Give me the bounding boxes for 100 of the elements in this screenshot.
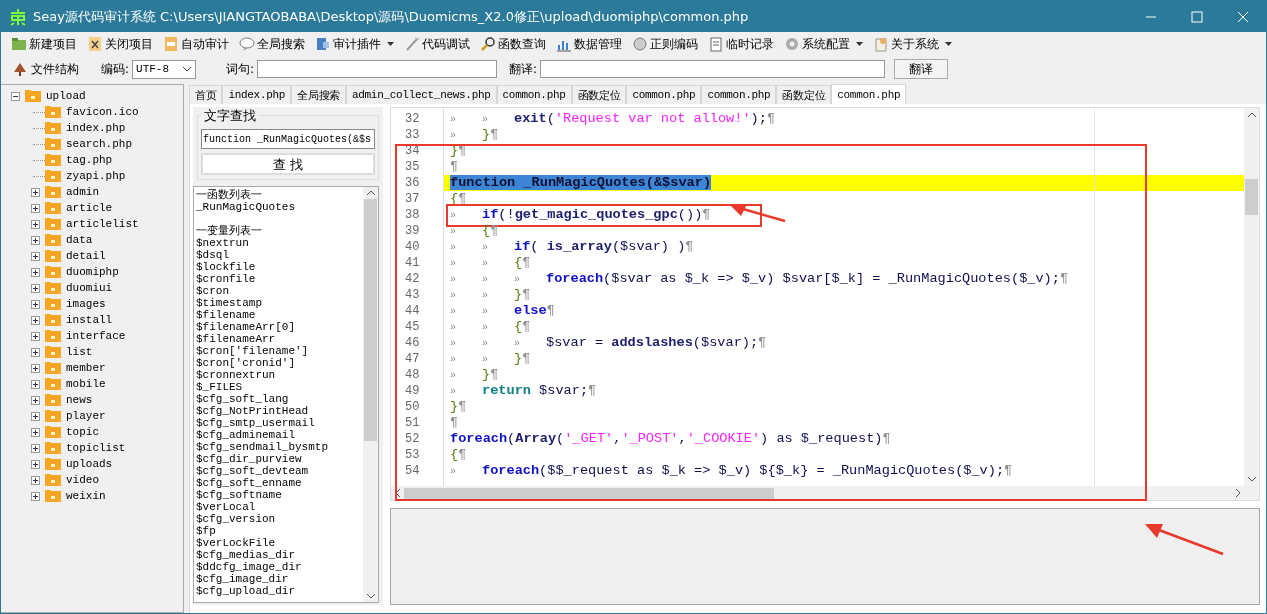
tree-item[interactable]: data (66, 234, 93, 246)
scrollbar-thumb[interactable] (364, 199, 377, 442)
function-name[interactable]: _RunMagicQuotes (196, 201, 361, 213)
tree-item[interactable]: mobile (66, 378, 106, 390)
variable-name[interactable]: $timestamp (196, 297, 361, 309)
variable-name[interactable]: $nextrun (196, 237, 361, 249)
toolbar-button[interactable]: 审计插件 (313, 34, 396, 54)
variable-name[interactable]: $cfg_sendmail_bysmtp (196, 441, 361, 453)
variable-name[interactable]: $cfg_softname (196, 489, 361, 501)
tree-item[interactable]: detail (66, 250, 106, 262)
tree-item[interactable]: weixin (66, 490, 106, 502)
scrollbar[interactable] (391, 486, 1259, 500)
code-editor[interactable] (390, 107, 1260, 501)
expand-icon[interactable] (31, 315, 40, 325)
scroll-down-icon[interactable] (366, 594, 375, 599)
expand-icon[interactable] (31, 251, 40, 261)
expand-icon[interactable] (31, 347, 40, 357)
expand-icon[interactable] (31, 331, 40, 341)
tab[interactable]: index.php (222, 85, 292, 104)
toolbar-button[interactable]: 全局搜索 (237, 34, 307, 54)
expand-icon[interactable] (31, 411, 40, 421)
tree-item[interactable]: favicon.ico (66, 106, 139, 118)
tree-item[interactable]: uploads (66, 458, 113, 470)
tree-item[interactable]: video (66, 474, 99, 486)
scrollbar-thumb[interactable] (1245, 179, 1258, 215)
toolbar-button[interactable]: 正则编码 (630, 34, 700, 54)
toolbar-button[interactable]: 系统配置 (782, 34, 865, 54)
expand-icon[interactable] (31, 187, 40, 197)
scroll-up-icon[interactable] (366, 190, 375, 195)
tree-item[interactable]: duomiui (66, 282, 113, 294)
variable-name[interactable]: $cronfile (196, 273, 361, 285)
tree-item[interactable]: images (66, 298, 106, 310)
variable-name[interactable]: $cfg_image_dir (196, 573, 361, 585)
tree-item[interactable]: player (66, 410, 106, 422)
variable-name[interactable]: $cfg_upload_dir (196, 585, 361, 597)
tree-item[interactable]: admin (66, 186, 99, 198)
variable-name[interactable]: $verLockFile (196, 537, 361, 549)
tree-item[interactable]: upload (46, 90, 86, 102)
tab[interactable]: common.php (626, 85, 702, 104)
tab[interactable]: admin_collect_news.php (345, 85, 497, 104)
variable-name[interactable]: $ddcfg_image_dir (196, 561, 361, 573)
expand-icon[interactable] (31, 283, 40, 293)
tree-item[interactable]: list (66, 346, 93, 358)
expand-icon[interactable] (31, 427, 40, 437)
variable-name[interactable]: $cfg_smtp_usermail (196, 417, 361, 429)
toolbar-button[interactable]: 新建项目 (9, 34, 79, 54)
toolbar-button[interactable]: 自动审计 (161, 34, 231, 54)
variable-name[interactable]: $cron['cronid'] (196, 357, 361, 369)
maximize-icon[interactable] (1191, 10, 1203, 23)
expand-icon[interactable] (31, 219, 40, 229)
toolbar-button[interactable]: 关于系统 (871, 34, 954, 54)
expand-icon[interactable] (31, 267, 40, 277)
tree-item[interactable]: tag.php (66, 154, 113, 166)
scroll-up-icon[interactable] (1247, 112, 1256, 117)
variable-name[interactable]: $cfg_NotPrintHead (196, 405, 361, 417)
tree-item[interactable]: articlelist (66, 218, 139, 230)
scroll-down-icon[interactable] (1247, 477, 1256, 482)
tree-item[interactable]: topiclist (66, 442, 126, 454)
expand-icon[interactable] (31, 491, 40, 501)
tab[interactable]: 全局搜索 (291, 85, 346, 104)
tree-item[interactable]: index.php (66, 122, 126, 134)
scroll-left-icon[interactable] (395, 489, 400, 497)
translation-field[interactable] (540, 60, 886, 78)
expand-icon[interactable] (31, 363, 40, 373)
tab[interactable]: common.php (701, 85, 777, 104)
variable-name[interactable]: $cfg_dir_purview (196, 453, 361, 465)
scrollbar-thumb[interactable] (404, 487, 774, 499)
variable-name[interactable]: $cfg_soft_devteam (196, 465, 361, 477)
scrollbar[interactable] (1244, 108, 1259, 486)
variable-name[interactable]: $cfg_soft_enname (196, 477, 361, 489)
file-structure-label[interactable]: 文件结构 (31, 60, 79, 78)
tab[interactable]: 函数定位 (776, 85, 832, 104)
variable-name[interactable]: $_FILES (196, 381, 361, 393)
variable-name[interactable]: $cron['filename'] (196, 345, 361, 357)
tree-item[interactable]: duomiphp (66, 266, 119, 278)
expand-icon[interactable] (31, 475, 40, 485)
close-icon[interactable] (1237, 10, 1249, 23)
toolbar-button[interactable]: 关闭项目 (85, 34, 155, 54)
phrase-field[interactable] (257, 60, 498, 78)
expand-icon[interactable] (31, 379, 40, 389)
search-field[interactable]: function _RunMagicQuotes(&$s (201, 129, 375, 149)
variable-name[interactable]: $cfg_medias_dir (196, 549, 361, 561)
tree-item[interactable]: member (66, 362, 106, 374)
tab[interactable]: common.php (831, 84, 907, 104)
variable-name[interactable]: $cfg_soft_lang (196, 393, 361, 405)
tree-item[interactable]: topic (66, 426, 99, 438)
variable-name[interactable]: $verLocal (196, 501, 361, 513)
variable-name[interactable]: $cronnextrun (196, 369, 361, 381)
variable-name[interactable]: $fp (196, 525, 361, 537)
scrollbar[interactable] (363, 187, 378, 602)
expand-icon[interactable] (31, 299, 40, 309)
tab[interactable]: 首页 (189, 85, 223, 104)
expand-icon[interactable] (31, 203, 40, 213)
expand-icon[interactable] (31, 395, 40, 405)
tab[interactable]: 函数定位 (571, 85, 627, 104)
toolbar-button[interactable]: 函数查询 (478, 34, 548, 54)
variable-name[interactable]: $filenameArr[0] (196, 321, 361, 333)
variable-name[interactable]: $filename (196, 309, 361, 321)
scroll-right-icon[interactable] (1236, 489, 1241, 497)
expand-icon[interactable] (31, 235, 40, 245)
